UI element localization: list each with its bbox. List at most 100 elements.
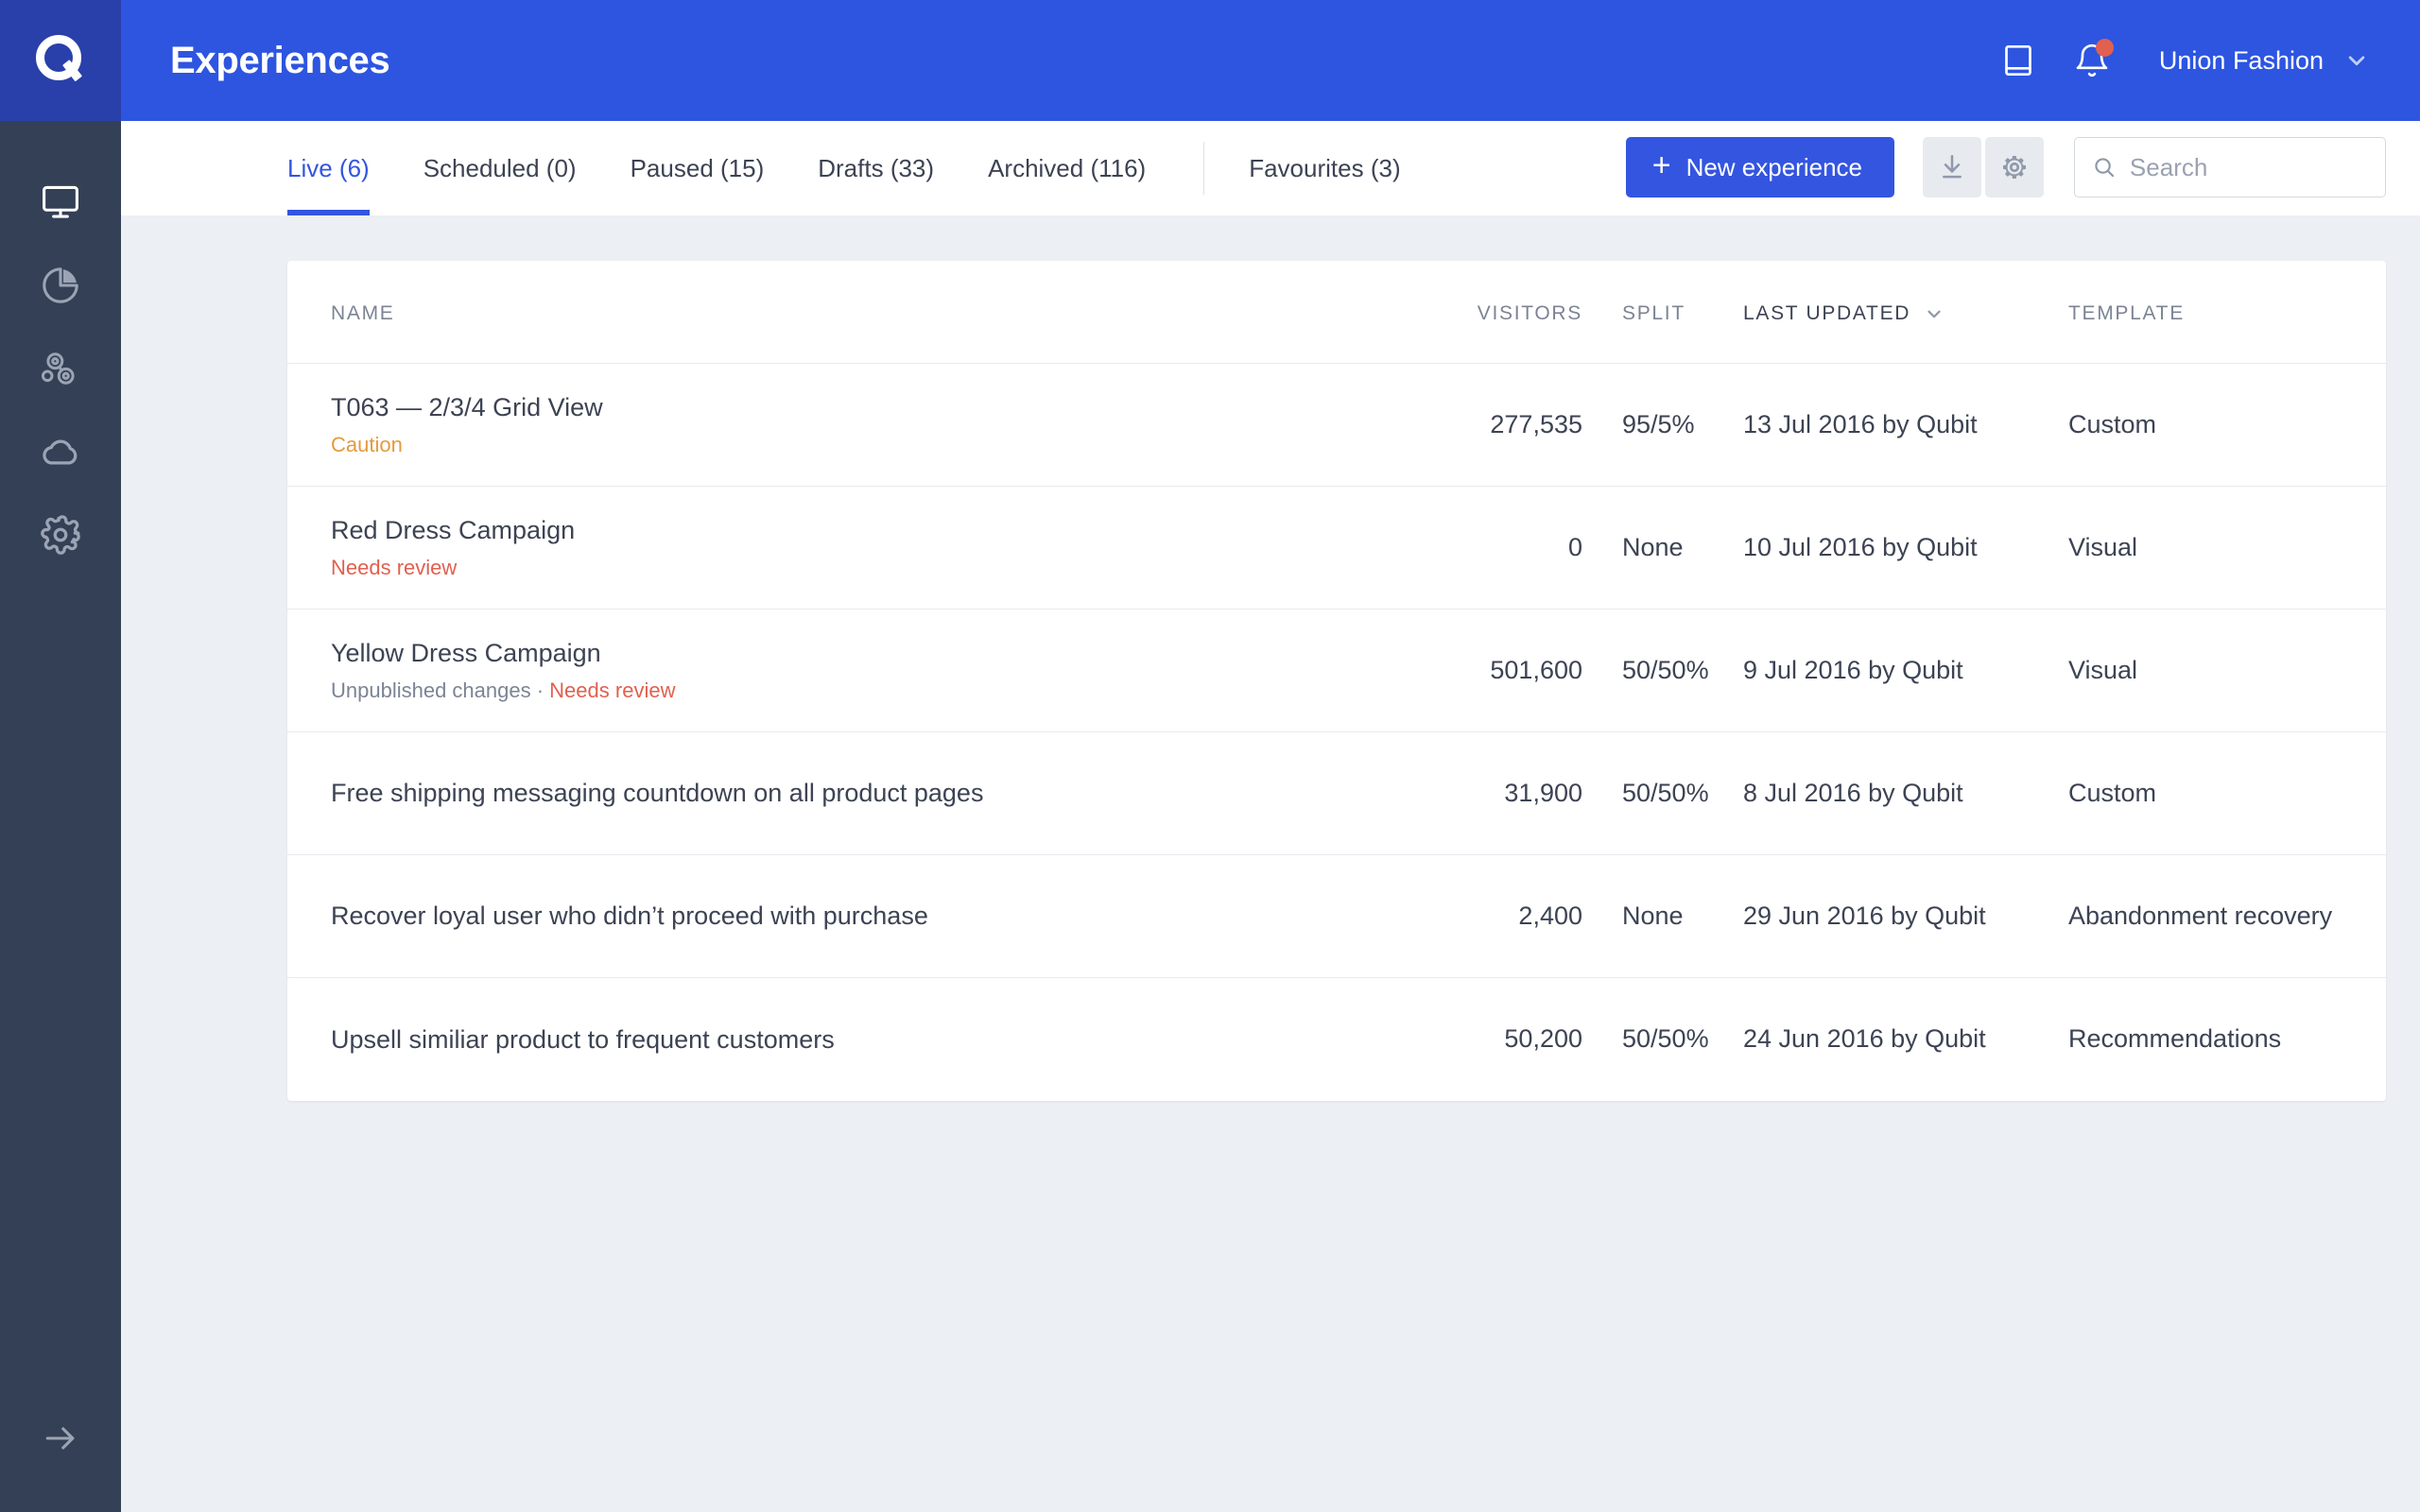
sort-last-updated[interactable]: Last updated — [1743, 302, 1945, 325]
left-sidebar — [0, 0, 121, 1512]
pie-chart-icon — [43, 267, 78, 303]
toolbar-icon-buttons — [1923, 137, 2044, 198]
table-header-row: Name Visitors Split Last updated — [287, 261, 2386, 364]
sidebar-item-data[interactable] — [0, 410, 121, 493]
column-header-split[interactable]: Split — [1582, 261, 1722, 364]
search-input[interactable] — [2129, 152, 2368, 182]
app-root: Experiences Union Fashion Live (6) Sched… — [0, 0, 2420, 1512]
account-switcher[interactable]: Union Fashion — [2159, 46, 2371, 76]
cell-last-updated: 10 Jul 2016 by Qubit — [1722, 486, 2044, 610]
cell-template: Recommendations — [2068, 1024, 2282, 1054]
status-muted: Unpublished changes — [331, 679, 531, 702]
cell-name[interactable]: Free shipping messaging countdown on all… — [287, 731, 1403, 855]
experience-name: Free shipping messaging countdown on all… — [331, 779, 984, 808]
experience-status: Needs review — [331, 556, 1403, 580]
cell-template: Visual — [2044, 609, 2386, 732]
table-settings-button[interactable] — [1985, 137, 2044, 198]
cell-name[interactable]: Upsell similiar product to frequent cust… — [287, 978, 1403, 1101]
experience-status: Unpublished changes · Needs review — [331, 679, 1403, 703]
tabs-divider — [1203, 142, 1205, 195]
table-row[interactable]: Recover loyal user who didn’t proceed wi… — [287, 854, 2386, 978]
experiences-table: Name Visitors Split Last updated — [287, 261, 2386, 1101]
table-row[interactable]: Free shipping messaging countdown on all… — [287, 731, 2386, 855]
table-row[interactable]: Yellow Dress Campaign Unpublished change… — [287, 609, 2386, 732]
search-box[interactable] — [2074, 137, 2386, 198]
cell-name[interactable]: Yellow Dress Campaign Unpublished change… — [287, 609, 1403, 732]
documentation-button[interactable] — [1981, 24, 2055, 97]
tab-paused[interactable]: Paused (15) — [631, 121, 765, 215]
status-separator: · — [530, 679, 550, 702]
cell-split: None — [1582, 486, 1722, 610]
cell-name[interactable]: T063 — 2/3/4 Grid View Caution — [287, 363, 1403, 487]
cell-name[interactable]: Recover loyal user who didn’t proceed wi… — [287, 854, 1403, 978]
notifications-button[interactable] — [2055, 24, 2129, 97]
notification-badge — [2095, 39, 2114, 57]
gear-icon — [41, 515, 80, 555]
cell-template: Custom — [2044, 363, 2386, 487]
sidebar-nav-list — [0, 161, 121, 576]
column-header-name[interactable]: Name — [287, 261, 1403, 364]
toolbar-actions: + New experience — [1625, 121, 2386, 215]
table-head: Name Visitors Split Last updated — [287, 261, 2386, 364]
tab-drafts[interactable]: Drafts (33) — [818, 121, 934, 215]
tab-live[interactable]: Live (6) — [287, 121, 370, 215]
plus-icon: + — [1651, 147, 1671, 183]
cell-template: Visual — [2044, 486, 2386, 610]
experience-name: Upsell similiar product to frequent cust… — [331, 1024, 835, 1054]
cell-last-updated: 8 Jul 2016 by Qubit — [1722, 731, 2044, 855]
cell-last-updated: 29 Jun 2016 by Qubit — [1722, 854, 2044, 978]
sidebar-expand-button[interactable] — [0, 1410, 121, 1467]
experience-name: Recover loyal user who didn’t proceed wi… — [331, 902, 928, 931]
main-column: Experiences Union Fashion Live (6) Sched… — [121, 0, 2420, 1512]
cell-visitors: 501,600 — [1403, 609, 1582, 732]
sidebar-item-experiences[interactable] — [0, 161, 121, 244]
status-flag: Needs review — [331, 556, 458, 579]
sidebar-item-segments[interactable] — [0, 327, 121, 410]
cell-last-updated: 24 Jun 2016 by Qubit — [1743, 1024, 1986, 1054]
cell-split: 50/50% — [1582, 609, 1722, 732]
app-logo[interactable] — [0, 0, 121, 121]
cell-template: Custom — [2044, 731, 2386, 855]
experience-name: T063 — 2/3/4 Grid View — [331, 392, 603, 421]
status-flag: Needs review — [549, 679, 676, 702]
experience-status: Caution — [331, 433, 1403, 457]
sidebar-item-analytics[interactable] — [0, 244, 121, 327]
download-icon — [1943, 155, 1962, 179]
download-button[interactable] — [1923, 137, 1981, 198]
column-header-visitors[interactable]: Visitors — [1403, 261, 1582, 364]
column-header-template[interactable]: Template — [2044, 261, 2386, 364]
qubit-logo-icon — [36, 35, 82, 81]
new-experience-label: New experience — [1685, 152, 1862, 181]
table-row[interactable]: Upsell similiar product to frequent cust… — [287, 978, 2386, 1101]
cell-visitors: 0 — [1403, 486, 1582, 610]
cell-visitors: 31,900 — [1403, 731, 1582, 855]
table-row[interactable]: T063 — 2/3/4 Grid View Caution 277,535 9… — [287, 363, 2386, 487]
experience-name: Red Dress Campaign — [331, 515, 576, 544]
content-toolbar: Live (6) Scheduled (0) Paused (15) Draft… — [121, 121, 2420, 215]
chevron-down-icon — [2348, 56, 2365, 66]
cell-split: 50/50% — [1582, 731, 1722, 855]
chevron-down-icon — [1927, 310, 1941, 318]
table-row[interactable]: Red Dress Campaign Needs review 0 None 1… — [287, 486, 2386, 610]
cell-split: 95/5% — [1582, 363, 1722, 487]
sidebar-item-settings[interactable] — [0, 493, 121, 576]
book-icon — [2005, 45, 2031, 77]
status-flag: Caution — [331, 433, 403, 456]
new-experience-button[interactable]: + New experience — [1625, 137, 1894, 198]
account-name: Union Fashion — [2158, 45, 2324, 75]
cell-name[interactable]: Red Dress Campaign Needs review — [287, 486, 1403, 610]
page-title: Experiences — [170, 39, 390, 81]
search-icon — [2095, 158, 2115, 178]
arrow-right-icon — [45, 1427, 75, 1450]
cell-visitors: 277,535 — [1403, 363, 1582, 487]
column-header-last-updated[interactable]: Last updated — [1722, 261, 2044, 364]
tab-archived[interactable]: Archived (116) — [988, 121, 1146, 215]
main-content: Name Visitors Split Last updated — [121, 215, 2420, 1512]
app-header: Experiences Union Fashion — [121, 0, 2420, 121]
cell-split: None — [1582, 854, 1722, 978]
cell-visitors: 2,400 — [1403, 854, 1582, 978]
header-actions: Union Fashion — [1981, 24, 2371, 97]
tab-favourites[interactable]: Favourites (3) — [1249, 121, 1400, 215]
tab-scheduled[interactable]: Scheduled (0) — [424, 121, 577, 215]
column-header-last-updated-label: Last updated — [1743, 302, 1911, 324]
